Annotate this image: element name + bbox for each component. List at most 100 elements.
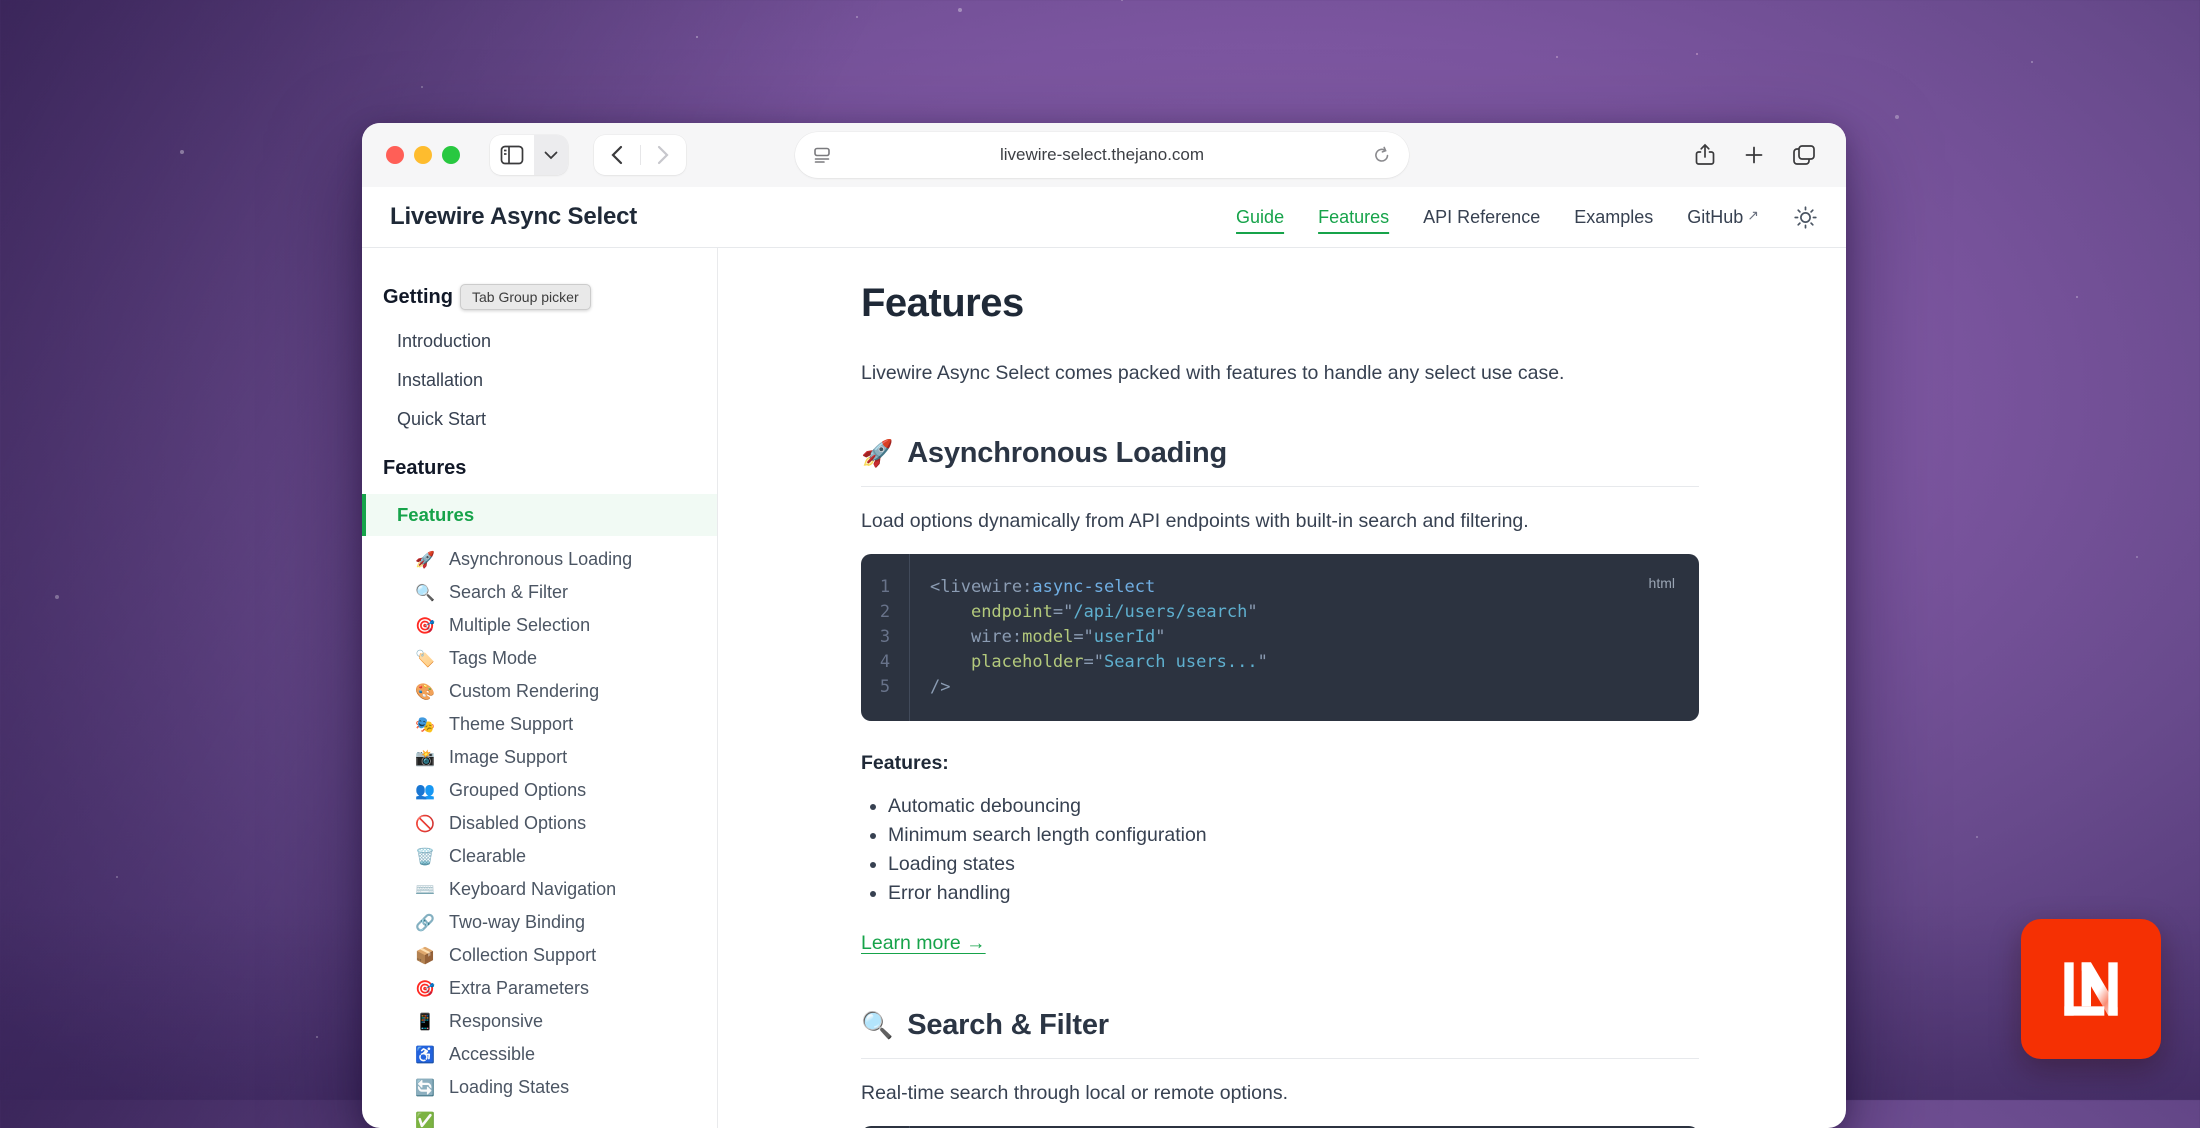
new-tab-button[interactable] bbox=[1744, 145, 1764, 165]
zoom-window-button[interactable] bbox=[442, 146, 460, 164]
code-lines[interactable]: 1<livewire:async-select2 endpoint="/api/… bbox=[861, 575, 1699, 700]
group-heading-text: Features bbox=[383, 457, 466, 480]
plus-icon bbox=[1744, 145, 1764, 165]
sidebar-feature-item[interactable]: ⌨️ Keyboard Navigation bbox=[362, 873, 717, 906]
magnifier-icon: 🔍 bbox=[861, 1010, 893, 1041]
section-title-text: Asynchronous Loading bbox=[907, 437, 1227, 470]
sidebar-feature-item[interactable]: 🏷️ Tags Mode bbox=[362, 642, 717, 675]
feature-item-label: Asynchronous Loading bbox=[449, 549, 632, 570]
page-title: Features bbox=[861, 281, 1699, 326]
sidebar-feature-item[interactable]: ✅ bbox=[362, 1104, 717, 1128]
features-bullet-list: Automatic debouncingMinimum search lengt… bbox=[861, 792, 1699, 908]
nav-link-features[interactable]: Features bbox=[1318, 207, 1389, 228]
external-link-icon: ↗ bbox=[1747, 207, 1759, 224]
docs-sidebar: Getting Tab Group picker Introduction In… bbox=[362, 248, 718, 1128]
feature-bullet: Minimum search length configuration bbox=[888, 821, 1699, 850]
sidebar-toggle-group bbox=[490, 135, 568, 175]
reload-icon bbox=[1373, 146, 1391, 164]
theme-toggle-button[interactable] bbox=[1793, 205, 1818, 230]
close-window-button[interactable] bbox=[386, 146, 404, 164]
section-heading-async-loading: 🚀 Asynchronous Loading bbox=[861, 437, 1699, 487]
code-language-badge: html bbox=[1649, 571, 1675, 596]
site-title[interactable]: Livewire Async Select bbox=[390, 203, 637, 231]
feature-item-label: Multiple Selection bbox=[449, 615, 590, 636]
sidebar-item[interactable]: Introduction bbox=[362, 322, 717, 361]
history-nav-group bbox=[594, 135, 686, 175]
sidebar-feature-item[interactable]: 📱 Responsive bbox=[362, 1005, 717, 1038]
feature-emoji-icon: 📱 bbox=[414, 1012, 436, 1032]
tab-overview-button[interactable] bbox=[1792, 144, 1816, 166]
feature-emoji-icon: 🚀 bbox=[414, 550, 436, 570]
feature-bullet: Loading states bbox=[888, 850, 1699, 879]
tab-group-picker-button[interactable] bbox=[534, 135, 568, 175]
tab-group-picker-tooltip: Tab Group picker bbox=[460, 284, 591, 310]
top-navigation: Guide Features API Reference Examples Gi… bbox=[1236, 205, 1818, 230]
sidebar-toggle-button[interactable] bbox=[490, 145, 534, 165]
sidebar-feature-item[interactable]: 🎭 Theme Support bbox=[362, 708, 717, 741]
page-intro: Livewire Async Select comes packed with … bbox=[861, 362, 1699, 385]
feature-item-label: Two-way Binding bbox=[449, 912, 585, 933]
site-header: Livewire Async Select Guide Features API… bbox=[362, 187, 1846, 248]
nav-divider bbox=[640, 145, 641, 165]
tabs-icon bbox=[1792, 144, 1816, 166]
sidebar-feature-item[interactable]: 🚫 Disabled Options bbox=[362, 807, 717, 840]
code-block-async-select: html 1<livewire:async-select2 endpoint="… bbox=[861, 554, 1699, 721]
minimize-window-button[interactable] bbox=[414, 146, 432, 164]
laravel-news-logo[interactable] bbox=[2021, 919, 2161, 1059]
section-description: Real-time search through local or remote… bbox=[861, 1082, 1699, 1105]
sidebar-item[interactable]: Quick Start bbox=[362, 400, 717, 439]
sidebar-group-heading-features: Features bbox=[362, 457, 717, 480]
nav-link-examples[interactable]: Examples bbox=[1574, 207, 1653, 228]
ln-logo-icon bbox=[2051, 949, 2131, 1029]
sidebar-feature-item[interactable]: 🎨 Custom Rendering bbox=[362, 675, 717, 708]
getting-started-list: Introduction Installation Quick Start bbox=[362, 322, 717, 439]
reader-mode-icon[interactable] bbox=[813, 146, 831, 164]
url-text[interactable]: livewire-select.thejano.com bbox=[831, 145, 1373, 165]
feature-emoji-icon: ⌨️ bbox=[414, 880, 436, 900]
sidebar-feature-item[interactable]: 🔗 Two-way Binding bbox=[362, 906, 717, 939]
feature-emoji-icon: 📦 bbox=[414, 946, 436, 966]
reload-button[interactable] bbox=[1373, 146, 1391, 164]
sidebar-item-features-active[interactable]: Features bbox=[362, 494, 717, 536]
feature-item-label: Keyboard Navigation bbox=[449, 879, 616, 900]
feature-emoji-icon: 👥 bbox=[414, 781, 436, 801]
sidebar-feature-item[interactable]: 🔄 Loading States bbox=[362, 1071, 717, 1104]
share-button[interactable] bbox=[1694, 143, 1716, 167]
feature-item-label: Disabled Options bbox=[449, 813, 586, 834]
sidebar-feature-item[interactable]: 🎯 Multiple Selection bbox=[362, 609, 717, 642]
nav-link-api-reference[interactable]: API Reference bbox=[1423, 207, 1540, 228]
share-icon bbox=[1694, 143, 1716, 167]
chevron-right-icon bbox=[657, 145, 669, 165]
feature-emoji-icon: ✅ bbox=[414, 1111, 436, 1128]
sidebar-feature-item[interactable]: 🎯 Extra Parameters bbox=[362, 972, 717, 1005]
sidebar-feature-item[interactable]: 📸 Image Support bbox=[362, 741, 717, 774]
feature-item-label: Clearable bbox=[449, 846, 526, 867]
feature-emoji-icon: ♿ bbox=[414, 1045, 436, 1065]
sidebar-item[interactable]: Installation bbox=[362, 361, 717, 400]
sidebar-feature-item[interactable]: 🗑️ Clearable bbox=[362, 840, 717, 873]
feature-item-label: Loading States bbox=[449, 1077, 569, 1098]
feature-emoji-icon: 🔍 bbox=[414, 583, 436, 603]
sidebar-feature-item[interactable]: ♿ Accessible bbox=[362, 1038, 717, 1071]
rocket-icon: 🚀 bbox=[861, 438, 893, 469]
feature-item-label: Theme Support bbox=[449, 714, 573, 735]
sidebar-feature-item[interactable]: 🚀 Asynchronous Loading bbox=[362, 543, 717, 576]
section-description: Load options dynamically from API endpoi… bbox=[861, 510, 1699, 533]
nav-link-guide[interactable]: Guide bbox=[1236, 207, 1284, 228]
feature-emoji-icon: 🏷️ bbox=[414, 649, 436, 669]
sidebar-feature-item[interactable]: 📦 Collection Support bbox=[362, 939, 717, 972]
feature-emoji-icon: 🎨 bbox=[414, 682, 436, 702]
feature-item-label: Tags Mode bbox=[449, 648, 537, 669]
chevron-left-icon bbox=[611, 145, 623, 165]
sidebar-group-heading-getting: Getting Tab Group picker bbox=[362, 284, 717, 310]
sidebar-feature-item[interactable]: 🔍 Search & Filter bbox=[362, 576, 717, 609]
address-bar[interactable]: livewire-select.thejano.com bbox=[795, 132, 1409, 178]
learn-more-link[interactable]: Learn more → bbox=[861, 932, 986, 955]
nav-link-github[interactable]: GitHub↗ bbox=[1687, 207, 1759, 228]
code-gutter-divider bbox=[909, 554, 910, 721]
back-button[interactable] bbox=[611, 145, 623, 165]
feature-emoji-icon: 🔗 bbox=[414, 913, 436, 933]
feature-emoji-icon: 🚫 bbox=[414, 814, 436, 834]
sidebar-feature-item[interactable]: 👥 Grouped Options bbox=[362, 774, 717, 807]
forward-button[interactable] bbox=[657, 145, 669, 165]
